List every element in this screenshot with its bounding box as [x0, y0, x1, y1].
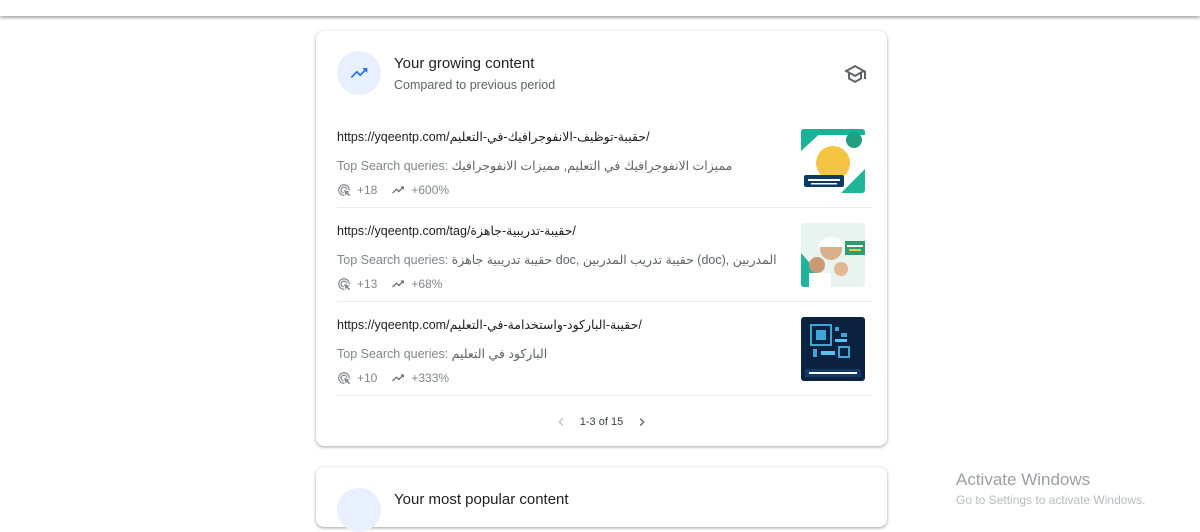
card-title: Your growing content	[394, 55, 535, 72]
page-thumbnail[interactable]	[801, 317, 865, 381]
queries-label: Top Search queries:	[337, 253, 449, 267]
page-url[interactable]: https://yqeentp.com/tag/حقيبة-تدريبية-جا…	[337, 223, 576, 238]
top-queries: Top Search queries: الباركود في التعليم	[337, 346, 547, 361]
top-queries: Top Search queries: مميزات الانفوجرافيك …	[337, 158, 732, 173]
popular-content-card: Your most popular content	[316, 467, 887, 532]
trending-up-icon	[392, 280, 405, 288]
trending-up-icon	[392, 374, 405, 382]
list-item[interactable]: https://yqeentp.com/حقيبة-توظيف-الانفوجر…	[337, 114, 872, 208]
growing-content-list: https://yqeentp.com/حقيبة-توظيف-الانفوجر…	[316, 114, 887, 396]
page-url[interactable]: https://yqeentp.com/حقيبة-الباركود-واستخ…	[337, 317, 642, 332]
growing-content-card: Your growing content Compared to previou…	[316, 31, 887, 446]
queries-label: Top Search queries:	[337, 159, 449, 173]
clicks-change: +18	[357, 183, 378, 197]
trending-up-icon	[337, 51, 381, 95]
growth-percent: +333%	[411, 371, 450, 385]
queries-value: حقيبة تدريبية جاهزة doc, حقيبة تدريب الم…	[451, 253, 777, 267]
activate-windows-watermark: Activate Windows	[956, 470, 1091, 489]
popular-content-icon	[337, 488, 381, 532]
queries-value: الباركود في التعليم	[451, 347, 548, 361]
queries-label: Top Search queries:	[337, 347, 449, 361]
top-queries: Top Search queries: حقيبة تدريبية جاهزة …	[337, 252, 777, 267]
top-app-bar	[0, 0, 1200, 16]
school-cap-icon[interactable]	[843, 62, 867, 86]
chevron-left-icon[interactable]	[552, 413, 570, 431]
click-icon	[338, 278, 351, 291]
clicks-change: +10	[357, 371, 378, 385]
card-subtitle: Compared to previous period	[394, 78, 556, 92]
item-stats: +18 +600%	[337, 183, 449, 197]
list-item[interactable]: https://yqeentp.com/حقيبة-الباركود-واستخ…	[337, 302, 872, 396]
activate-windows-hint: Go to Settings to activate Windows.	[956, 493, 1146, 507]
trending-up-icon	[392, 186, 405, 194]
item-stats: +13 +68%	[337, 277, 442, 291]
page-thumbnail[interactable]	[801, 223, 865, 287]
click-icon	[338, 184, 351, 197]
pagination-label: 1-3 of 15	[579, 416, 624, 428]
page-thumbnail[interactable]	[801, 129, 865, 193]
growth-percent: +600%	[411, 183, 450, 197]
click-icon	[338, 372, 351, 385]
queries-value: مميزات الانفوجرافيك في التعليم, مميزات ا…	[451, 159, 733, 173]
growth-percent: +68%	[411, 277, 443, 291]
chevron-right-icon[interactable]	[633, 413, 651, 431]
item-stats: +10 +333%	[337, 371, 449, 385]
clicks-change: +13	[357, 277, 378, 291]
page-url[interactable]: https://yqeentp.com/حقيبة-توظيف-الانفوجر…	[337, 129, 650, 144]
pagination: 1-3 of 15	[316, 407, 887, 437]
list-item[interactable]: https://yqeentp.com/tag/حقيبة-تدريبية-جا…	[337, 208, 872, 302]
